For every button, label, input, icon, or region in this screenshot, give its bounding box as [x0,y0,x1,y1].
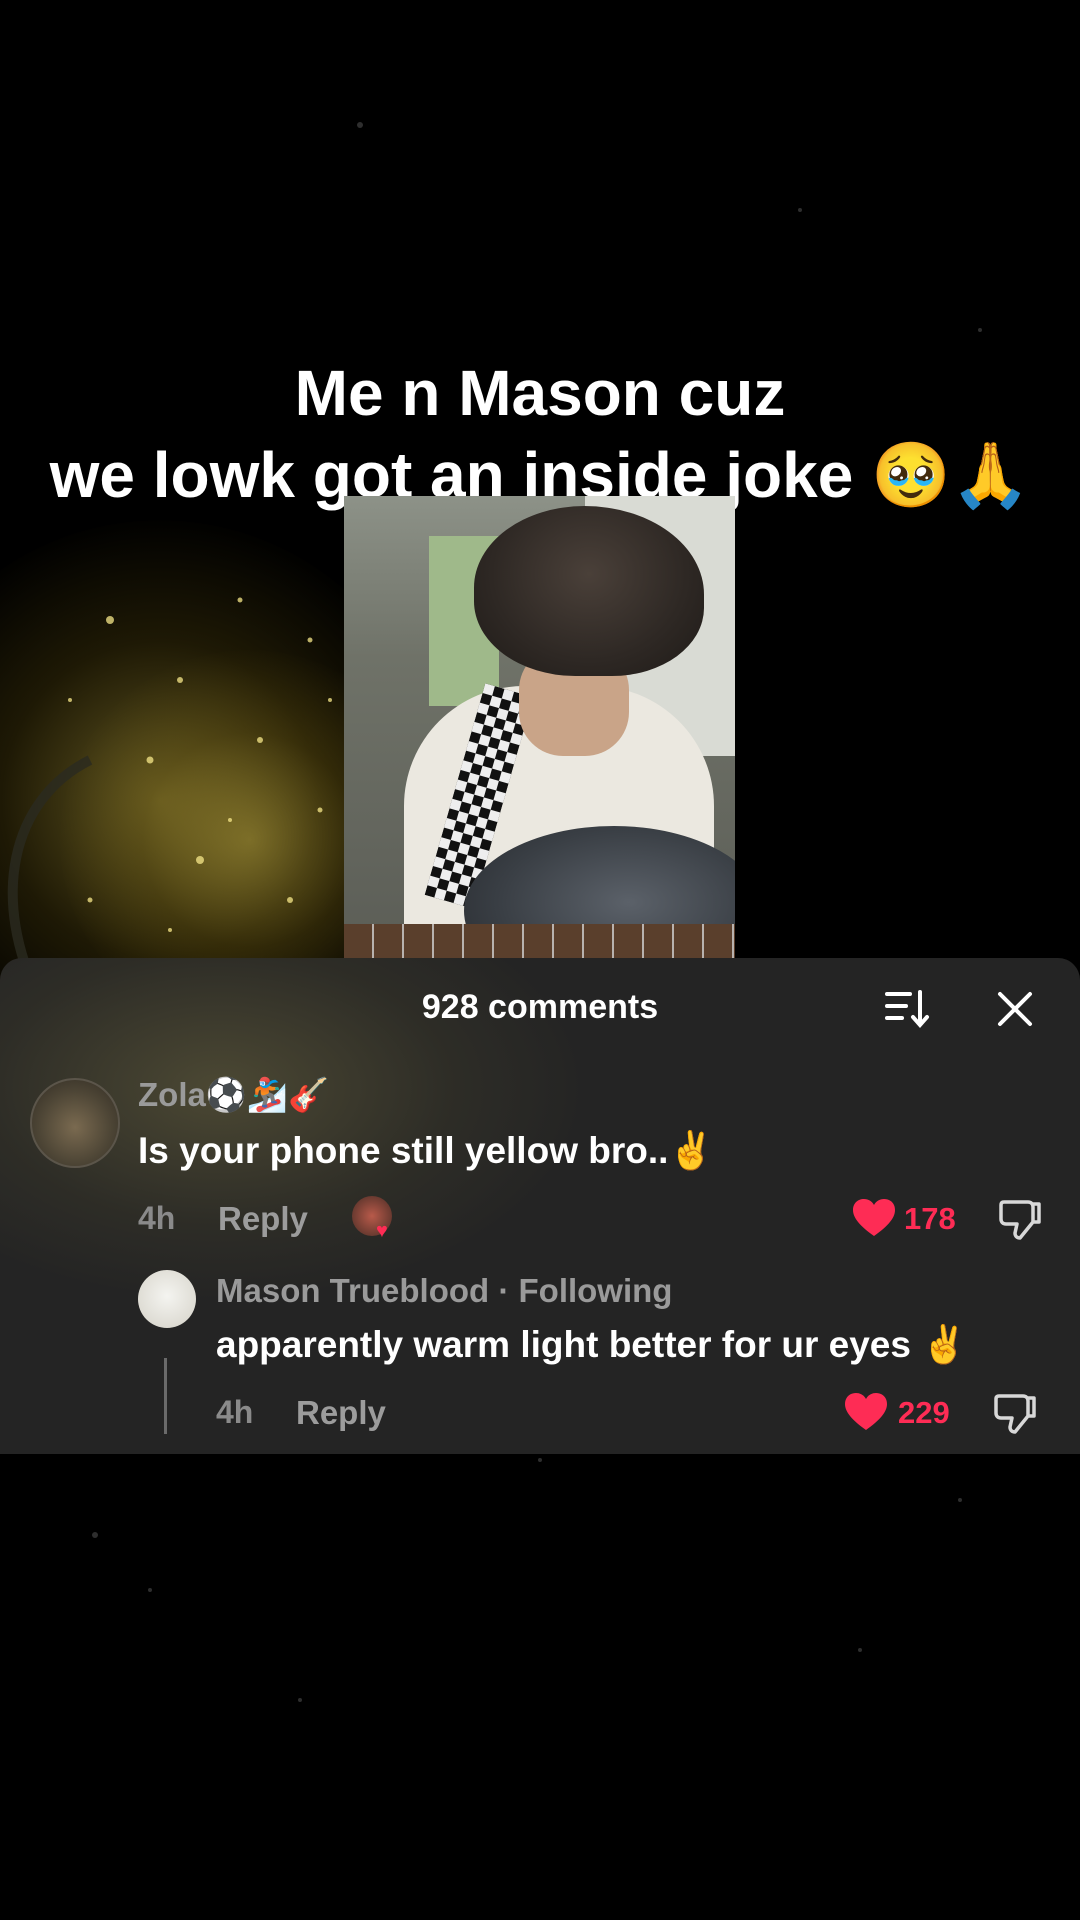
reply-button[interactable]: Reply [296,1394,386,1432]
avatar[interactable] [138,1270,196,1328]
like-heart-icon[interactable] [852,1198,896,1238]
dislike-icon[interactable] [993,1392,1037,1436]
caption-line-1: Me n Mason cuz [294,357,786,429]
sort-icon[interactable] [884,988,930,1030]
comment-author[interactable]: Zola⚽️🏂🎸 [138,1076,329,1115]
thread-line [164,1358,167,1434]
dislike-icon[interactable] [998,1198,1042,1242]
like-heart-icon[interactable] [844,1392,888,1432]
reply-button[interactable]: Reply [218,1200,308,1238]
comment-time: 4h [138,1200,176,1236]
following-badge: · Following [498,1272,673,1309]
close-icon[interactable] [995,989,1035,1029]
reply-author[interactable]: Mason Trueblood · Following [216,1272,672,1310]
video-caption: Me n Mason cuz we lowk got an inside jok… [0,352,1080,516]
comments-header: 928 comments [0,958,1080,1050]
creator-liked-heart-icon: ♥ [376,1220,388,1242]
reply-text: apparently warm light better for ur eyes… [216,1324,968,1365]
comment-text: Is your phone still yellow bro..✌️ [138,1130,715,1171]
comments-panel: 928 comments Zola⚽️🏂🎸 Is your phone stil… [0,958,1080,1454]
like-count: 178 [904,1201,956,1236]
video-guitar-neck [344,924,735,958]
reply-author-name[interactable]: Mason Trueblood [216,1272,489,1309]
video-hair [474,506,704,676]
video-frame[interactable] [344,496,735,958]
reply-time: 4h [216,1394,254,1430]
like-count: 229 [898,1395,950,1430]
avatar[interactable] [30,1078,120,1168]
